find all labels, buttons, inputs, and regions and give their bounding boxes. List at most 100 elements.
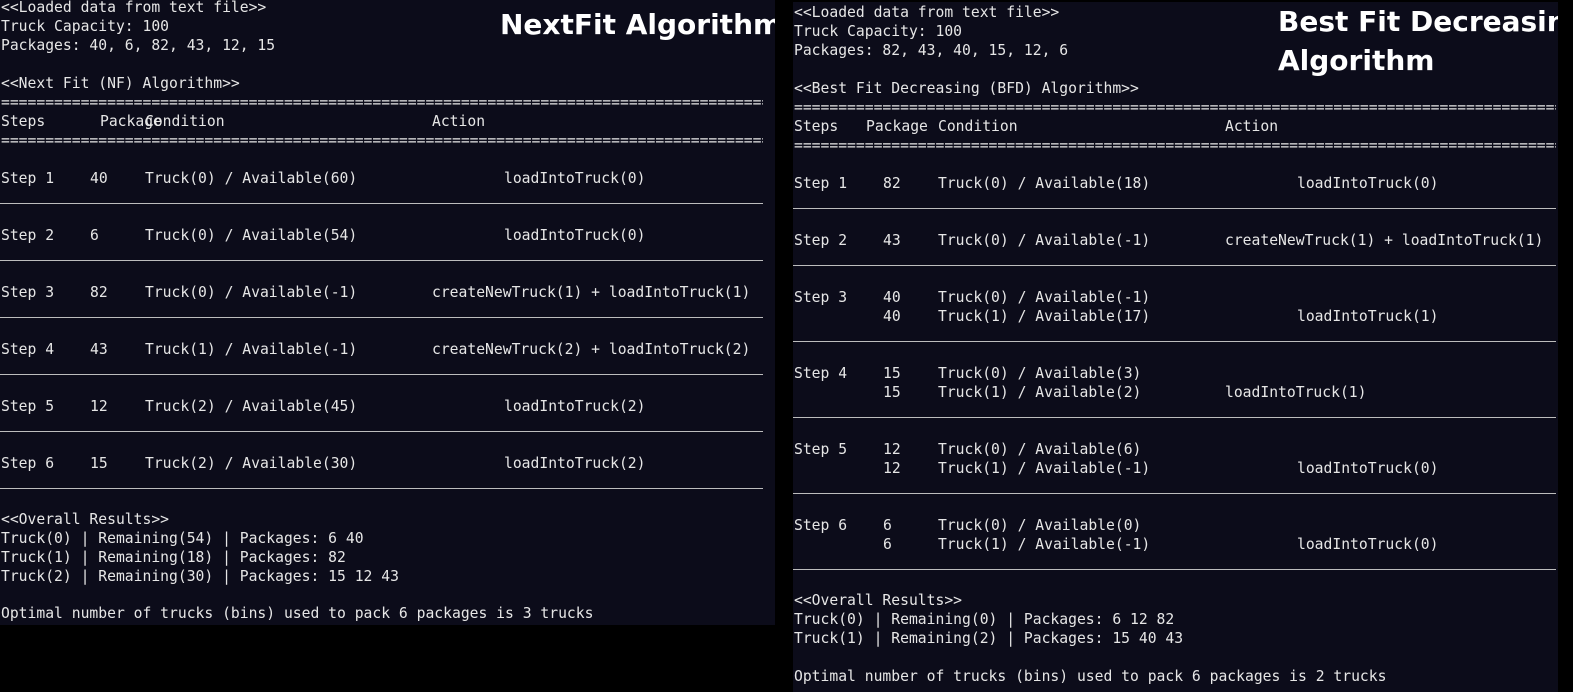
row-divider: [0, 488, 763, 489]
condition-value: Truck(0) / Available(18): [938, 175, 1151, 192]
action-value: loadIntoTruck(0): [1297, 536, 1439, 553]
step-label: Step 1: [794, 175, 848, 192]
row-divider: [793, 208, 1556, 209]
package-value: 12: [90, 398, 108, 415]
action-value: loadIntoTruck(1): [1297, 308, 1439, 325]
loaded-line: <<Loaded data from text file>>: [794, 4, 1060, 21]
separator-top: ========================================…: [1, 94, 763, 111]
step-label: Step 5: [794, 441, 848, 458]
action-value: loadIntoTruck(0): [504, 170, 646, 187]
separator-top: ========================================…: [794, 99, 1556, 116]
header-action: Action: [432, 113, 486, 130]
header-steps: Steps: [1, 113, 46, 130]
step-label: Step 2: [1, 227, 55, 244]
condition-value: Truck(0) / Available(-1): [938, 232, 1151, 249]
row-divider: [793, 341, 1556, 342]
condition-value: Truck(1) / Available(-1): [938, 536, 1151, 553]
capacity-line: Truck Capacity: 100: [794, 23, 963, 40]
condition-value: Truck(0) / Available(60): [145, 170, 358, 187]
result-line: Truck(2) | Remaining(30) | Packages: 15 …: [1, 568, 399, 585]
step-label: Step 6: [794, 517, 848, 534]
header-condition: Condition: [145, 113, 225, 130]
loaded-line: <<Loaded data from text file>>: [1, 0, 267, 16]
condition-value: Truck(2) / Available(45): [145, 398, 358, 415]
header-package: Package: [866, 118, 928, 135]
condition-value: Truck(2) / Available(30): [145, 455, 358, 472]
header-action: Action: [1225, 118, 1279, 135]
package-value: 15: [883, 384, 901, 401]
separator-header: ========================================…: [1, 132, 763, 149]
row-divider: [793, 417, 1556, 418]
package-value: 40: [883, 289, 901, 306]
package-value: 43: [90, 341, 108, 358]
package-value: 82: [883, 175, 901, 192]
condition-value: Truck(1) / Available(-1): [145, 341, 358, 358]
row-divider: [793, 493, 1556, 494]
action-value: loadIntoTruck(0): [1297, 460, 1439, 477]
row-divider: [793, 569, 1556, 570]
condition-value: Truck(1) / Available(-1): [938, 460, 1151, 477]
step-label: Step 4: [794, 365, 848, 382]
row-divider: [0, 203, 763, 204]
results-heading: <<Overall Results>>: [794, 592, 963, 609]
summary-line: Optimal number of trucks (bins) used to …: [794, 668, 1387, 685]
package-value: 15: [883, 365, 901, 382]
action-value: createNewTruck(2) + loadIntoTruck(2): [432, 341, 751, 358]
step-label: Step 1: [1, 170, 55, 187]
result-line: Truck(0) | Remaining(54) | Packages: 6 4…: [1, 530, 364, 547]
action-value: loadIntoTruck(0): [504, 227, 646, 244]
header-condition: Condition: [938, 118, 1018, 135]
nextfit-title: NextFit Algorithm: [500, 8, 775, 41]
condition-value: Truck(0) / Available(0): [938, 517, 1142, 534]
packages-line: Packages: 82, 43, 40, 15, 12, 6: [794, 42, 1069, 59]
row-divider: [0, 260, 763, 261]
algorithm-heading: <<Best Fit Decreasing (BFD) Algorithm>>: [794, 80, 1139, 97]
condition-value: Truck(0) / Available(3): [938, 365, 1142, 382]
condition-value: Truck(0) / Available(54): [145, 227, 358, 244]
step-label: Step 3: [794, 289, 848, 306]
bfd-title-line2: Algorithm: [1278, 44, 1435, 77]
condition-value: Truck(0) / Available(-1): [938, 289, 1151, 306]
package-value: 6: [90, 227, 99, 244]
condition-value: Truck(0) / Available(6): [938, 441, 1142, 458]
result-line: Truck(0) | Remaining(0) | Packages: 6 12…: [794, 611, 1175, 628]
package-value: 82: [90, 284, 108, 301]
row-divider: [793, 265, 1556, 266]
step-label: Step 2: [794, 232, 848, 249]
row-divider: [0, 431, 763, 432]
capacity-line: Truck Capacity: 100: [1, 18, 170, 35]
action-value: loadIntoTruck(0): [1297, 175, 1439, 192]
condition-value: Truck(1) / Available(17): [938, 308, 1151, 325]
package-value: 6: [883, 536, 892, 553]
bfd-console-window: Best Fit Decreasing Algorithm <<Loaded d…: [793, 2, 1558, 692]
separator-header: ========================================…: [794, 137, 1556, 154]
condition-value: Truck(1) / Available(2): [938, 384, 1142, 401]
step-label: Step 4: [1, 341, 55, 358]
step-label: Step 5: [1, 398, 55, 415]
packages-line: Packages: 40, 6, 82, 43, 12, 15: [1, 37, 276, 54]
results-heading: <<Overall Results>>: [1, 511, 170, 528]
action-value: createNewTruck(1) + loadIntoTruck(1): [1225, 232, 1544, 249]
package-value: 12: [883, 441, 901, 458]
package-value: 43: [883, 232, 901, 249]
action-value: createNewTruck(1) + loadIntoTruck(1): [432, 284, 751, 301]
action-value: loadIntoTruck(2): [504, 455, 646, 472]
summary-line: Optimal number of trucks (bins) used to …: [1, 605, 594, 622]
condition-value: Truck(0) / Available(-1): [145, 284, 358, 301]
step-label: Step 6: [1, 455, 55, 472]
result-line: Truck(1) | Remaining(2) | Packages: 15 4…: [794, 630, 1184, 647]
action-value: loadIntoTruck(2): [504, 398, 646, 415]
package-value: 6: [883, 517, 892, 534]
step-label: Step 3: [1, 284, 55, 301]
nextfit-console-window: NextFit Algorithm <<Loaded data from tex…: [0, 0, 775, 625]
package-value: 12: [883, 460, 901, 477]
row-divider: [0, 317, 763, 318]
bfd-title-line1: Best Fit Decreasing: [1278, 5, 1558, 38]
action-value: loadIntoTruck(1): [1225, 384, 1367, 401]
package-value: 40: [90, 170, 108, 187]
algorithm-heading: <<Next Fit (NF) Algorithm>>: [1, 75, 240, 92]
package-value: 15: [90, 455, 108, 472]
package-value: 40: [883, 308, 901, 325]
row-divider: [0, 374, 763, 375]
result-line: Truck(1) | Remaining(18) | Packages: 82: [1, 549, 346, 566]
